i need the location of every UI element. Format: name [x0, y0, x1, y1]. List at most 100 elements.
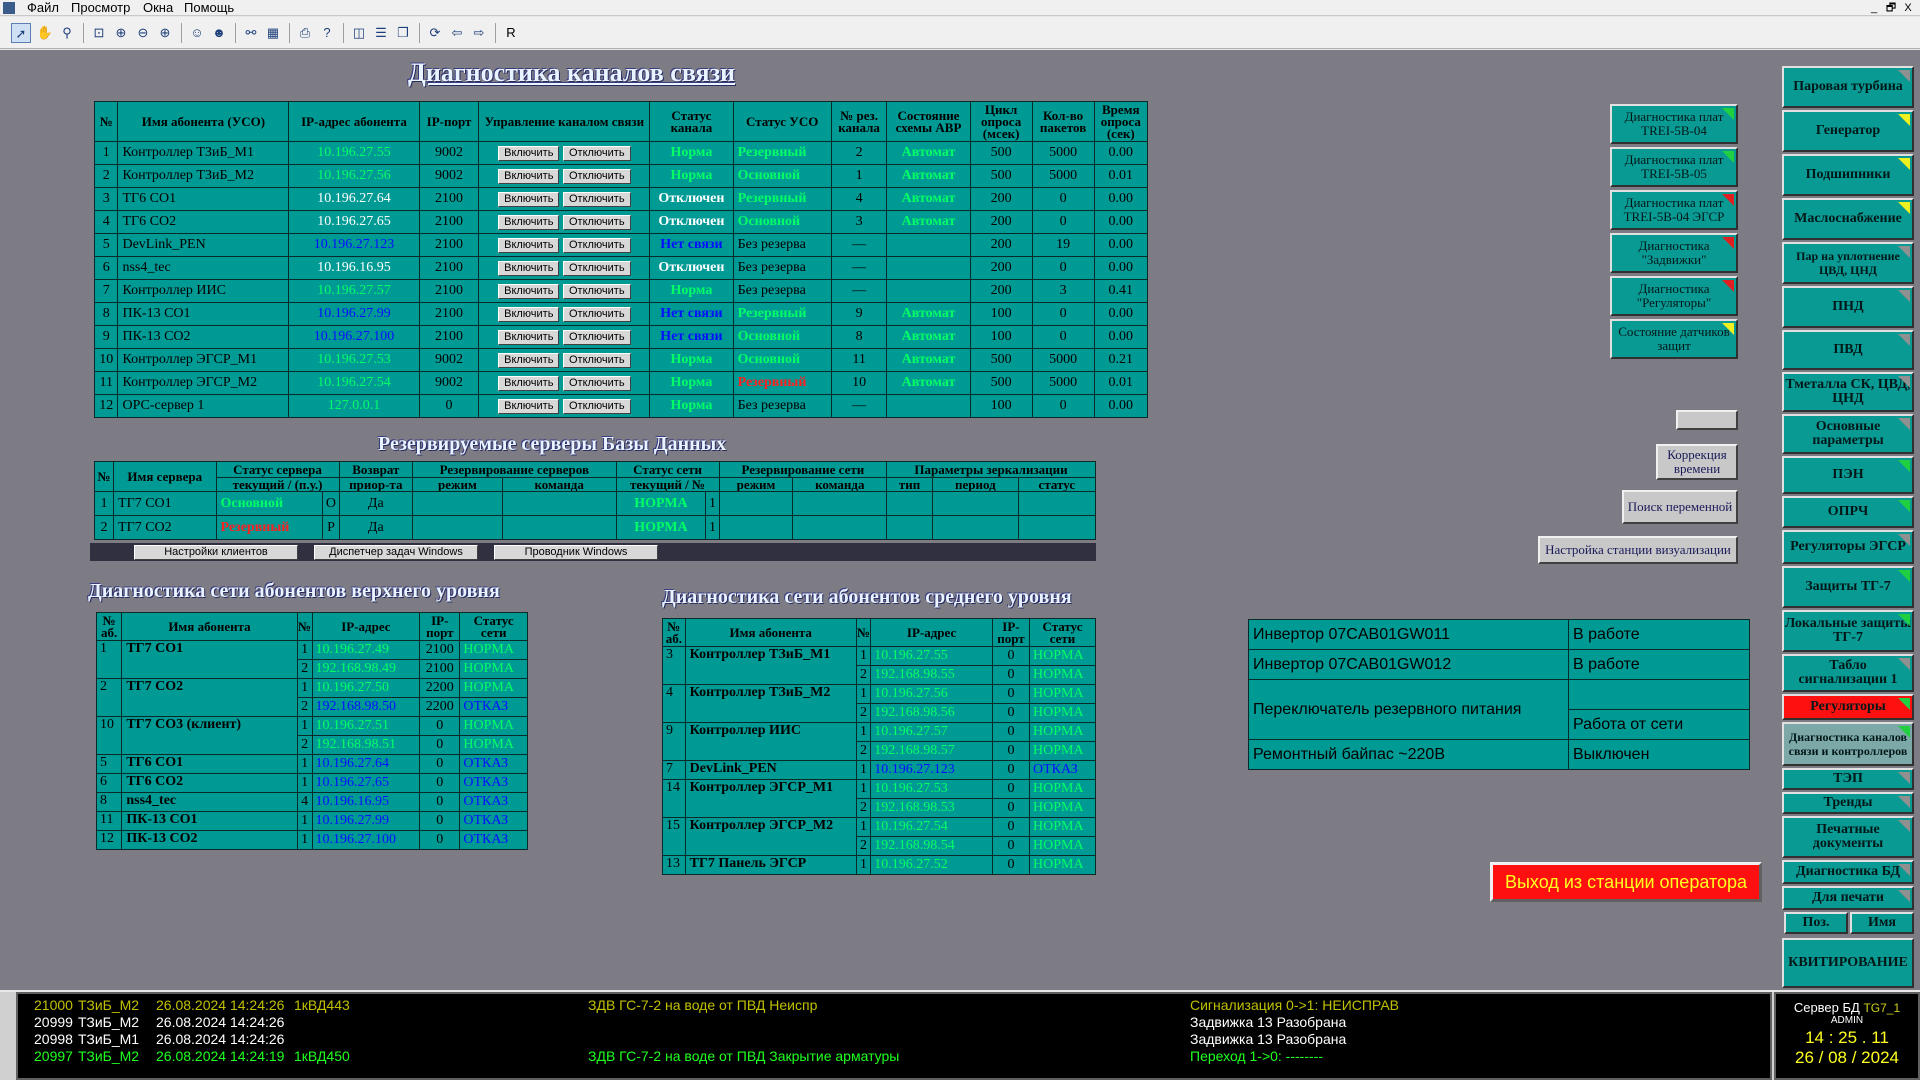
diag-button-2[interactable]: Диагностика плат TREI-5B-04 ЭГСР: [1610, 190, 1738, 230]
diag-button-1[interactable]: Диагностика плат TREI-5B-05: [1610, 147, 1738, 187]
nav-button-15[interactable]: Регуляторы: [1782, 694, 1914, 720]
nav-button-21[interactable]: Для печати: [1782, 886, 1914, 910]
alarm-row[interactable]: 20999 ТЗиБ_М2 26.08.2024 14:24:26 Задвижка …: [18, 1014, 1770, 1031]
db-header-7: Параметры зеркализации: [886, 461, 1096, 478]
acknowledge-button[interactable]: КВИТИРОВАНИЕ: [1782, 938, 1914, 988]
diag-button-4[interactable]: Диагностика "Регуляторы": [1610, 276, 1738, 316]
enable-button[interactable]: Включить: [498, 238, 560, 253]
nav-button-3[interactable]: Маслоснабжение: [1782, 198, 1914, 240]
nav-button-19[interactable]: Печатные документы: [1782, 816, 1914, 858]
enable-button[interactable]: Включить: [498, 215, 560, 230]
disable-button[interactable]: Отключить: [562, 146, 631, 161]
nav-button-6[interactable]: ПВД: [1782, 330, 1914, 370]
user-icon[interactable]: ☺: [187, 23, 207, 43]
hand-icon[interactable]: ✋: [35, 23, 55, 43]
enable-button[interactable]: Включить: [498, 353, 560, 368]
minimize-icon[interactable]: _: [1866, 1, 1882, 15]
tab-position[interactable]: Поз.: [1784, 912, 1848, 934]
nav-button-13[interactable]: Локальные защиты ТГ-7: [1782, 610, 1914, 652]
nav-button-11[interactable]: Регуляторы ЭГСР: [1782, 530, 1914, 564]
nav-button-20[interactable]: Диагностика БД: [1782, 860, 1914, 884]
arrow-right-icon[interactable]: ⇨: [469, 23, 489, 43]
nav-button-16[interactable]: Диагностика каналов связи и контроллеров: [1782, 722, 1914, 766]
enable-button[interactable]: Включить: [498, 146, 560, 161]
calculator-icon[interactable]: ▦: [263, 23, 283, 43]
zoom-in-icon[interactable]: ⊕: [155, 23, 175, 43]
poll-cycle: 500: [969, 164, 1033, 188]
client-settings-button[interactable]: Настройки клиентов: [134, 545, 298, 560]
nav-button-10[interactable]: ОПРЧ: [1782, 496, 1914, 528]
r-button[interactable]: R: [501, 23, 521, 43]
users-icon[interactable]: ☻: [209, 23, 229, 43]
split-horizontal-icon[interactable]: ☰: [371, 23, 391, 43]
disable-button[interactable]: Отключить: [562, 261, 631, 276]
nav-button-12[interactable]: Защиты ТГ-7: [1782, 566, 1914, 608]
menu-view[interactable]: Просмотр: [71, 0, 130, 16]
exit-operator-station-button[interactable]: Выход из станции оператора: [1490, 862, 1762, 902]
help-icon[interactable]: ?: [317, 23, 337, 43]
nav-button-17[interactable]: ТЭП: [1782, 768, 1914, 790]
enable-button[interactable]: Включить: [498, 376, 560, 391]
disable-button[interactable]: Отключить: [562, 330, 631, 345]
alarm-row[interactable]: 20998 ТЗиБ_М1 26.08.2024 14:24:26 Задвижка …: [18, 1031, 1770, 1048]
variable-search-button[interactable]: Поиск переменной: [1622, 490, 1738, 524]
time-correction-button[interactable]: Коррекция времени: [1656, 444, 1738, 480]
enable-button[interactable]: Включить: [498, 169, 560, 184]
diag-button-0[interactable]: Диагностика плат TREI-5B-04: [1610, 104, 1738, 144]
enable-button[interactable]: Включить: [498, 399, 560, 414]
diag-button-3[interactable]: Диагностика "Задвижки": [1610, 233, 1738, 273]
subscriber-name: Контроллер ИИС: [117, 279, 290, 303]
alarm-row[interactable]: 21000 ТЗиБ_М2 26.08.2024 14:24:26 1кВД443 ЗД…: [18, 997, 1770, 1014]
zoom-out-icon[interactable]: ⊖: [133, 23, 153, 43]
disable-button[interactable]: Отключить: [562, 192, 631, 207]
menu-help[interactable]: Помощь: [184, 0, 234, 16]
disable-button[interactable]: Отключить: [562, 399, 631, 414]
refresh-icon[interactable]: ⟳: [425, 23, 445, 43]
nav-button-2[interactable]: Подшипники: [1782, 154, 1914, 196]
disable-button[interactable]: Отключить: [562, 215, 631, 230]
disable-button[interactable]: Отключить: [562, 307, 631, 322]
pointer-icon[interactable]: ➚: [11, 23, 31, 43]
zoom-fit-icon[interactable]: ⊕: [111, 23, 131, 43]
menu-file[interactable]: Файл: [27, 0, 59, 16]
arrow-left-icon[interactable]: ⇦: [447, 23, 467, 43]
enable-button[interactable]: Включить: [498, 192, 560, 207]
nav-button-14[interactable]: Табло сигнализации 1: [1782, 654, 1914, 692]
cascade-icon[interactable]: ❐: [393, 23, 413, 43]
close-icon[interactable]: X: [1900, 1, 1916, 15]
nav-button-0[interactable]: Паровая турбина: [1782, 66, 1914, 108]
restore-icon[interactable]: 🗗: [1883, 1, 1899, 15]
alarm-list[interactable]: 21000 ТЗиБ_М2 26.08.2024 14:24:26 1кВД443 ЗД…: [16, 992, 1772, 1080]
disable-button[interactable]: Отключить: [562, 376, 631, 391]
magnifier-icon[interactable]: ⚲: [57, 23, 77, 43]
menu-windows[interactable]: Окна: [143, 0, 173, 16]
disable-button[interactable]: Отключить: [562, 169, 631, 184]
enable-button[interactable]: Включить: [498, 284, 560, 299]
zoom-actual-icon[interactable]: ⊡: [89, 23, 109, 43]
disable-button[interactable]: Отключить: [562, 284, 631, 299]
nav-button-7[interactable]: Тметалла СК, ЦВД, ЦНД: [1782, 372, 1914, 412]
enable-button[interactable]: Включить: [498, 261, 560, 276]
poll-time: 0.00: [1093, 325, 1149, 349]
binoculars-icon[interactable]: ⚯: [241, 23, 261, 43]
alarm-row[interactable]: 20997 ТЗиБ_М2 26.08.2024 14:24:19 1кВД450 ЗД…: [18, 1048, 1770, 1065]
nav-button-5[interactable]: ПНД: [1782, 286, 1914, 328]
disable-button[interactable]: Отключить: [562, 353, 631, 368]
disable-button[interactable]: Отключить: [562, 238, 631, 253]
split-vertical-icon[interactable]: ◫: [349, 23, 369, 43]
enable-button[interactable]: Включить: [498, 330, 560, 345]
nav-button-9[interactable]: ПЭН: [1782, 456, 1914, 494]
blank-button[interactable]: [1676, 410, 1738, 430]
task-manager-button[interactable]: Диспетчер задач Windows: [314, 545, 478, 560]
station-setup-button[interactable]: Настройка станции визуализации: [1538, 536, 1738, 564]
nav-button-18[interactable]: Тренды: [1782, 792, 1914, 814]
nav-button-4[interactable]: Пар на уплотнение ЦВД, ЦНД: [1782, 242, 1914, 284]
print-icon[interactable]: ⎙: [295, 23, 315, 43]
diag-button-5[interactable]: Состояние датчиков защит: [1610, 319, 1738, 359]
row-number: 1: [93, 141, 119, 165]
enable-button[interactable]: Включить: [498, 307, 560, 322]
nav-button-8[interactable]: Основные параметры: [1782, 414, 1914, 454]
explorer-button[interactable]: Проводник Windows: [494, 545, 658, 560]
tab-name[interactable]: Имя: [1850, 912, 1914, 934]
nav-button-1[interactable]: Генератор: [1782, 110, 1914, 152]
